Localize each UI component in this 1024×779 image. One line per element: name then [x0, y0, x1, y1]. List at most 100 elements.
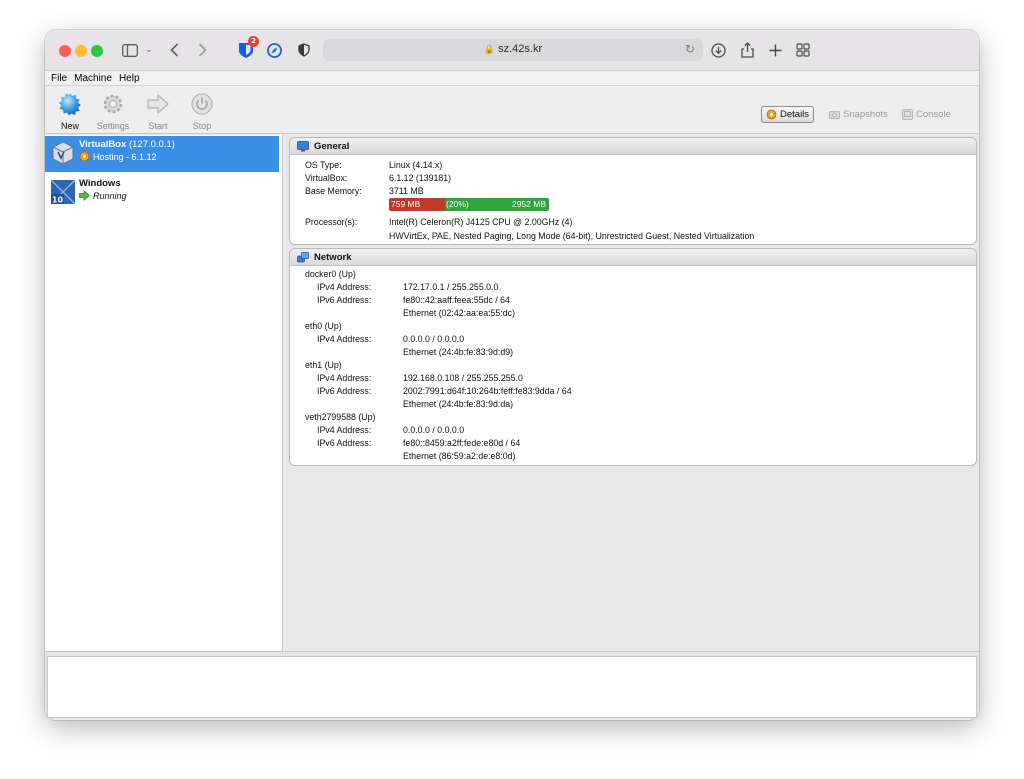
browser-toolbar: ⌄ 2 🔒 sz.42s.kr ↻ [45, 30, 979, 70]
interface-name: eth0 (Up) [305, 321, 342, 331]
log-panel [45, 651, 979, 720]
menu-help[interactable]: Help [119, 73, 140, 84]
ipv4-value: 192.168.0.108 / 255.255.255.0 [403, 373, 523, 383]
share-icon[interactable] [739, 41, 755, 59]
stop-button[interactable]: Stop [182, 92, 222, 131]
memory-used: 759 MB [389, 198, 445, 211]
ipv6-label: IPv6 Address: [317, 295, 372, 305]
ethernet-value: Ethernet (02:42:aa:ea:55:dc) [403, 308, 515, 318]
processor-value: Intel(R) Celeron(R) J4125 CPU @ 2.00GHz … [389, 217, 573, 227]
vm-list-item-virtualbox[interactable]: VirtualBox (127.0.0.1) Hosting - 6.1.12 [45, 136, 279, 172]
memory-usage-bar: 759 MB (20%) 2952 MB [389, 198, 549, 211]
ipv4-label: IPv4 Address: [317, 282, 372, 292]
sidebar-toggle-icon[interactable] [121, 41, 139, 59]
ipv4-label: IPv4 Address: [317, 373, 372, 383]
stop-label: Stop [192, 121, 212, 131]
ethernet-value: Ethernet (86:59:a2:de:e8:0d) [403, 451, 516, 461]
new-vm-icon [59, 93, 81, 116]
app-menubar: File Machine Help [45, 70, 979, 86]
interface-name: eth1 (Up) [305, 360, 342, 370]
browser-window: ⌄ 2 🔒 sz.42s.kr ↻ File Machine Help New … [45, 30, 979, 720]
bitwarden-extension-icon[interactable]: 2 [238, 36, 259, 59]
chevron-down-icon[interactable]: ⌄ [144, 41, 154, 59]
virtualbox-label: VirtualBox: [305, 173, 348, 183]
os-type-label: OS Type: [305, 160, 342, 170]
memory-free: 2952 MB [511, 199, 546, 209]
vm-toolbar: New Settings Start Stop Details Snapshot… [45, 86, 979, 134]
vm-list: VirtualBox (127.0.0.1) Hosting - 6.1.12 … [45, 135, 283, 651]
ipv6-label: IPv6 Address: [317, 438, 372, 448]
new-button[interactable]: New [50, 92, 90, 131]
network-section: Network docker0 (Up) IPv4 Address: 172.1… [289, 248, 977, 466]
ipv4-value: 172.17.0.1 / 255.255.0.0 [403, 282, 499, 292]
address-bar[interactable]: 🔒 sz.42s.kr ↻ [323, 39, 703, 61]
base-memory-label: Base Memory: [305, 186, 362, 196]
details-label: Details [780, 109, 810, 120]
power-icon [191, 93, 213, 115]
reload-icon[interactable]: ↻ [685, 42, 695, 56]
new-label: New [60, 121, 79, 131]
ipv6-value: 2002:7991:d64f:10:264b:feff:fe83:9dda / … [403, 386, 572, 396]
interface-name: veth2799588 (Up) [305, 412, 376, 422]
downloads-icon[interactable] [710, 41, 726, 59]
console-button[interactable]: Console [898, 106, 955, 123]
ipv6-label: IPv6 Address: [317, 386, 372, 396]
menu-file[interactable]: File [51, 73, 67, 84]
virtualbox-icon [52, 141, 74, 165]
vm-host: (127.0.0.1) [128, 139, 175, 150]
close-window-button[interactable] [59, 45, 71, 57]
interface-name: docker0 (Up) [305, 269, 356, 279]
os-type-value: Linux (4.14.x) [389, 160, 443, 170]
vm-state: Hosting - 6.1.12 [93, 151, 157, 162]
ethernet-value: Ethernet (24:4b:fe:83:9d:d9) [403, 347, 514, 357]
windows-os-icon: 10 [50, 179, 76, 205]
general-title: General [314, 140, 350, 152]
forward-button[interactable] [195, 41, 209, 59]
ipv4-value: 0.0.0.0 / 0.0.0.0 [403, 425, 465, 435]
base-memory-value: 3711 MB [389, 186, 424, 196]
settings-button[interactable]: Settings [93, 92, 133, 131]
details-pane: General OS Type: Linux (4.14.x) VirtualB… [284, 135, 979, 651]
ethernet-value: Ethernet (24:4b:fe:83:9d:da) [403, 399, 514, 409]
settings-label: Settings [96, 121, 130, 131]
tab-overview-icon[interactable] [795, 41, 811, 59]
url-text: sz.42s.kr [498, 43, 543, 55]
vm-name: Windows [79, 178, 121, 189]
lock-icon: 🔒 [483, 44, 496, 54]
ipv6-value: fe80::42:aaff:feea:55dc / 64 [403, 295, 510, 305]
ipv4-value: 0.0.0.0 / 0.0.0.0 [403, 334, 465, 344]
vm-name: VirtualBox [79, 139, 127, 150]
back-button[interactable] [167, 41, 181, 59]
new-tab-icon[interactable] [767, 41, 783, 59]
details-gear-icon [766, 109, 777, 120]
menu-machine[interactable]: Machine [74, 73, 112, 84]
console-icon [902, 109, 913, 120]
zoom-window-button[interactable] [91, 45, 103, 57]
log-area[interactable] [47, 656, 977, 718]
camera-icon [829, 111, 840, 119]
ipv4-label: IPv4 Address: [317, 425, 372, 435]
compass-extension-icon[interactable] [266, 41, 282, 59]
network-title: Network [314, 251, 352, 263]
memory-percent: (20%) [446, 199, 469, 209]
arrow-right-icon [147, 93, 169, 115]
processor-features: HWVirtEx, PAE, Nested Paging, Long Mode … [389, 231, 755, 241]
ipv4-label: IPv4 Address: [317, 334, 372, 344]
details-button[interactable]: Details [761, 106, 815, 123]
console-label: Console [916, 109, 951, 120]
processor-label: Processor(s): [305, 217, 358, 227]
start-button[interactable]: Start [138, 92, 178, 131]
notification-badge: 2 [248, 36, 259, 47]
gear-icon [103, 94, 123, 114]
ipv6-value: fe80::8459:a2ff:fede:e80d / 64 [403, 438, 521, 448]
minimize-window-button[interactable] [75, 45, 87, 57]
vm-list-item-windows[interactable]: 10 Windows Running [45, 175, 279, 211]
hosting-gear-icon [79, 151, 90, 162]
start-label: Start [148, 121, 168, 131]
privacy-shield-icon[interactable] [297, 41, 311, 59]
running-arrow-icon [79, 190, 90, 201]
virtualbox-value: 6.1.12 (139181) [389, 173, 452, 183]
os-version-badge: 10 [52, 196, 64, 205]
snapshots-button[interactable]: Snapshots [825, 106, 892, 123]
general-section: General OS Type: Linux (4.14.x) VirtualB… [289, 137, 977, 245]
